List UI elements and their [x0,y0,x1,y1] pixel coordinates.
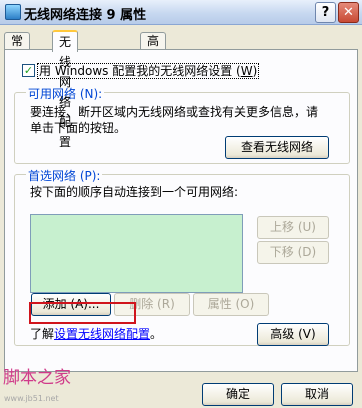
tab-advanced[interactable]: 高级 [140,32,167,65]
network-connection-icon [5,4,21,20]
highlight-box [29,302,136,324]
view-wireless-networks-button[interactable]: 查看无线网络 [225,136,329,159]
use-windows-config-label-suffix: ) [252,64,258,78]
use-windows-config-accel: W [240,64,253,78]
use-windows-config-label[interactable]: 用 Windows 配置我的无线网络设置 (W) [36,62,260,79]
use-windows-config-checkbox[interactable]: ✓ [22,64,35,77]
watermark-logo: 脚本之家 [3,368,71,388]
available-networks-description-line2: 单击下面的按钮。 [30,121,127,135]
move-up-button[interactable]: 上移 (U) [257,216,329,239]
learn-about-prefix: 了解 [30,327,55,341]
title-bar: 无线网络连接 9 属性 ? ✕ [0,0,362,25]
window-title: 无线网络连接 9 属性 [24,8,147,23]
preferred-networks-list[interactable] [30,214,243,293]
move-down-button[interactable]: 下移 (D) [257,241,329,264]
help-button[interactable]: ? [315,2,336,23]
watermark-url: www.jb51.net [4,394,59,403]
close-button[interactable]: ✕ [338,2,359,23]
preferred-networks-description: 按下面的顺序自动连接到一个可用网络: [30,185,239,199]
ok-button[interactable]: 确定 [202,383,274,406]
preferred-networks-legend: 首选网络 (P): [26,167,103,184]
advanced-button[interactable]: 高级 (V) [257,323,329,346]
learn-about-suffix: 。 [150,327,163,341]
learn-about-text: 了解设置无线网络配置。 [30,325,162,342]
properties-button[interactable]: 属性 (O) [193,293,269,316]
tab-general[interactable]: 常规 [4,32,31,65]
tab-wireless-networks[interactable]: 无线网络配置 [52,30,79,149]
available-networks-description-line1: 要连接、断开区域内无线网络或查找有关更多信息，请 [30,105,319,119]
cancel-button[interactable]: 取消 [281,383,353,406]
setup-wireless-config-link[interactable]: 设置无线网络配置 [54,327,150,341]
